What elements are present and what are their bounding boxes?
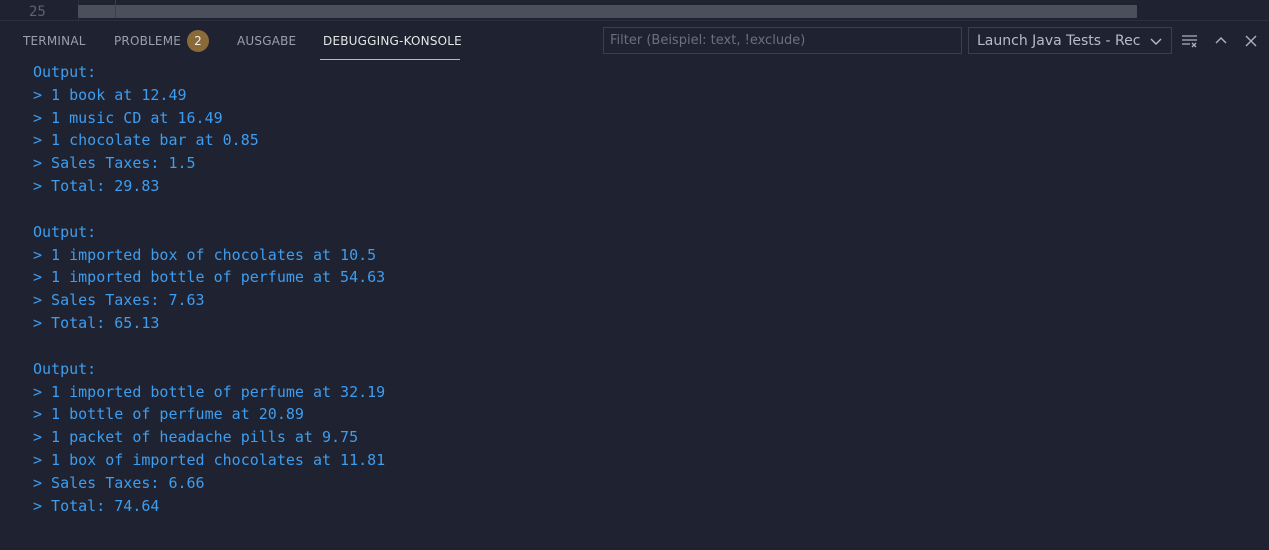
tab-label: DEBUGGING-KONSOLE xyxy=(323,34,462,48)
chevron-up-icon[interactable] xyxy=(1211,31,1231,51)
output-line: > Sales Taxes: 1.5 xyxy=(33,154,196,173)
tab-probleme[interactable]: PROBLEME 2 xyxy=(114,21,210,61)
tab-debugging-konsole[interactable]: DEBUGGING-KONSOLE xyxy=(323,21,462,61)
tab-label: AUSGABE xyxy=(237,34,297,48)
output-line: > Total: 65.13 xyxy=(33,313,160,332)
output-line: > 1 book at 12.49 xyxy=(33,85,187,104)
output-line: > 1 box of imported chocolates at 11.81 xyxy=(33,450,386,469)
tab-label: PROBLEME xyxy=(114,34,182,48)
output-block: Output: > 1 imported box of chocolates a… xyxy=(33,221,1233,335)
active-tab-indicator xyxy=(320,59,460,60)
editor-strip: 25 xyxy=(0,0,1269,20)
output-line: > Sales Taxes: 6.66 xyxy=(33,473,205,492)
output-line: > 1 bottle of perfume at 20.89 xyxy=(33,405,304,424)
output-line: > Sales Taxes: 7.63 xyxy=(33,291,205,310)
output-line: > 1 imported bottle of perfume at 54.63 xyxy=(33,268,386,287)
launch-config-label: Launch Java Tests - Rec xyxy=(977,32,1141,49)
problems-count-badge: 2 xyxy=(187,30,210,52)
output-header: Output: xyxy=(33,222,97,241)
indent-guide xyxy=(115,0,116,18)
output-line: > 1 imported bottle of perfume at 32.19 xyxy=(33,382,386,401)
output-line: > 1 packet of headache pills at 9.75 xyxy=(33,428,359,447)
horizontal-scrollbar[interactable] xyxy=(78,5,1137,18)
output-line: > 1 music CD at 16.49 xyxy=(33,108,223,127)
output-block: Output: > 1 imported bottle of perfume a… xyxy=(33,358,1233,518)
output-block: Output: > 1 book at 12.49 > 1 music CD a… xyxy=(33,61,1233,198)
output-header: Output: xyxy=(33,359,97,378)
line-number: 25 xyxy=(29,4,46,20)
output-line: > Total: 29.83 xyxy=(33,176,160,195)
output-line: > 1 imported box of chocolates at 10.5 xyxy=(33,245,377,264)
close-icon[interactable] xyxy=(1241,31,1261,51)
tab-terminal[interactable]: TERMINAL xyxy=(23,21,86,61)
console-filter-input[interactable] xyxy=(603,27,962,54)
chevron-down-icon xyxy=(1150,38,1162,45)
tab-label: TERMINAL xyxy=(23,34,86,48)
output-line: > Total: 74.64 xyxy=(33,496,160,515)
output-header: Output: xyxy=(33,63,97,81)
launch-config-select[interactable]: Launch Java Tests - Rec xyxy=(968,27,1172,54)
tab-ausgabe[interactable]: AUSGABE xyxy=(237,21,296,61)
clear-all-icon[interactable] xyxy=(1180,31,1200,51)
debug-console-output: Output: > 1 book at 12.49 > 1 music CD a… xyxy=(33,61,1233,540)
output-line: > 1 chocolate bar at 0.85 xyxy=(33,131,259,150)
